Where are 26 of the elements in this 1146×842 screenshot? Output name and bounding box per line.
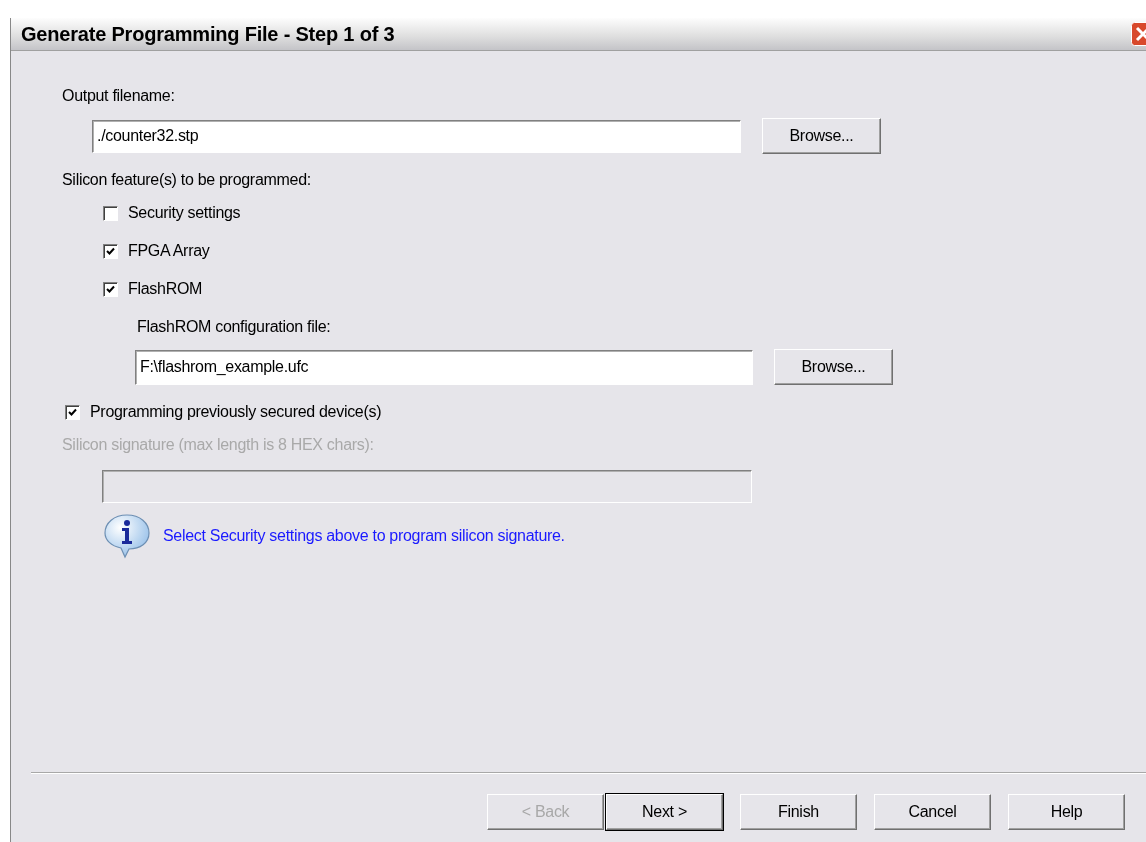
browse-button[interactable]: Browse... — [762, 118, 881, 154]
section-label: Silicon feature(s) to be programmed: — [62, 171, 312, 189]
info-icon — [103, 513, 151, 559]
output-filename-field[interactable]: ./counter32.stp — [92, 119, 741, 153]
checkbox[interactable] — [65, 404, 80, 420]
field-label: Output filename: — [62, 87, 176, 105]
field-label: Silicon signature (max length is 8 HEX chars): — [62, 436, 375, 454]
config-file-field[interactable]: F:\flashrom_example.ufc — [135, 349, 753, 385]
dialog-button[interactable]: Next > — [606, 794, 723, 830]
browse-button[interactable]: Browse... — [774, 349, 893, 385]
info-message: Select Security settings above to program silicon signature. — [163, 527, 565, 545]
checkbox[interactable] — [103, 205, 118, 221]
check-icon — [68, 407, 77, 417]
checkbox-label[interactable]: FPGA Array — [128, 242, 210, 260]
checkbox[interactable] — [103, 281, 118, 297]
checkbox[interactable] — [103, 243, 118, 259]
checkbox-label[interactable]: Programming previously secured device(s) — [90, 403, 382, 421]
check-icon — [106, 246, 115, 256]
window-title: Generate Programming File - Step 1 of 3 — [21, 22, 395, 46]
dialog-button[interactable]: Cancel — [874, 794, 991, 830]
dialog-button[interactable]: Finish — [740, 794, 857, 830]
checkbox-label[interactable]: FlashROM — [128, 280, 203, 298]
dialog-button[interactable]: Help — [1008, 794, 1125, 830]
field-label: FlashROM configuration file: — [137, 318, 332, 336]
check-icon — [106, 284, 115, 294]
checkbox-label[interactable]: Security settings — [128, 204, 241, 222]
